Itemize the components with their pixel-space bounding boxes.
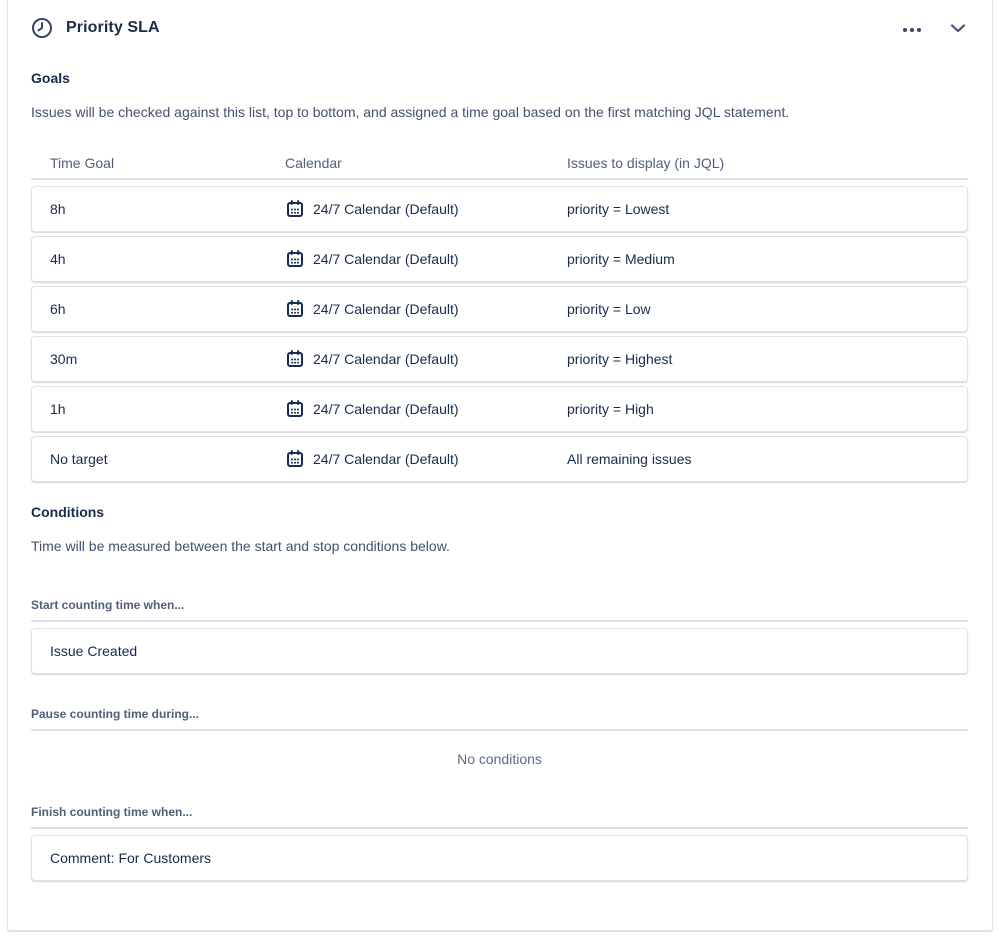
start-condition-section: Start counting time when... Issue Create… [31,598,968,674]
jql-cell: priority = Lowest [567,201,670,217]
calendar-label: 24/7 Calendar (Default) [313,201,459,217]
calendar-icon [285,199,305,219]
time-goal-cell: 6h [50,301,66,317]
start-condition-value: Issue Created [50,643,138,659]
jql-cell: priority = Low [567,301,651,317]
calendar-label: 24/7 Calendar (Default) [313,351,459,367]
table-row[interactable]: 6h 24/7 Calendar (Default) priority = Low [31,286,968,332]
finish-condition-divider [31,827,968,829]
pause-condition-section: Pause counting time during... No conditi… [31,707,968,767]
pause-condition-divider [31,729,968,731]
chevron-down-icon [950,21,966,36]
panel-title: Priority SLA [66,19,160,36]
calendar-cell: 24/7 Calendar (Default) [285,199,567,219]
start-condition-card[interactable]: Issue Created [31,628,968,674]
calendar-icon [285,349,305,369]
goals-table-body: 8h 24/7 Calendar (Default) priority = Lowe… [31,186,968,482]
calendar-icon [285,449,305,469]
table-header-divider [31,178,968,180]
calendar-icon [285,299,305,319]
start-condition-label: Start counting time when... [31,598,185,612]
table-row[interactable]: No target 24/7 Calendar (Default) All rema… [31,436,968,482]
time-goal-cell: No target [50,451,108,467]
calendar-label: 24/7 Calendar (Default) [313,451,459,467]
more-menu-button[interactable] [900,19,924,38]
jql-cell: priority = High [567,401,654,417]
conditions-heading: Conditions [31,504,105,520]
calendar-cell: 24/7 Calendar (Default) [285,349,567,369]
finish-condition-value: Comment: For Customers [50,850,212,866]
calendar-icon [285,399,305,419]
time-goal-cell: 8h [50,201,66,217]
conditions-description: Time will be measured between the start … [31,538,450,554]
calendar-cell: 24/7 Calendar (Default) [285,449,567,469]
collapse-button[interactable] [948,19,968,38]
jql-cell: All remaining issues [567,451,692,467]
goals-table: Time Goal Calendar Issues to display (in… [31,155,968,482]
time-goal-cell: 30m [50,351,78,367]
time-goal-cell: 4h [50,251,66,267]
pause-condition-empty-text: No conditions [457,751,542,767]
column-header-calendar: Calendar [285,155,342,171]
clock-icon [31,17,53,39]
calendar-icon [285,249,305,269]
finish-condition-section: Finish counting time when... Comment: Fo… [31,805,968,881]
table-row[interactable]: 1h 24/7 Calendar (Default) priority = High [31,386,968,432]
jql-cell: priority = Highest [567,351,673,367]
sla-panel: Priority SLA Goals Issues will be checke… [7,0,993,932]
calendar-cell: 24/7 Calendar (Default) [285,399,567,419]
start-condition-divider [31,620,968,622]
table-row[interactable]: 8h 24/7 Calendar (Default) priority = Lowe… [31,186,968,232]
panel-header: Priority SLA [31,16,968,40]
ellipsis-icon [902,21,922,36]
header-actions [900,19,968,38]
calendar-cell: 24/7 Calendar (Default) [285,249,567,269]
column-header-time-goal: Time Goal [50,155,115,171]
calendar-label: 24/7 Calendar (Default) [313,251,459,267]
finish-condition-card[interactable]: Comment: For Customers [31,835,968,881]
goals-heading: Goals [31,70,70,86]
time-goal-cell: 1h [50,401,66,417]
goals-description: Issues will be checked against this list… [31,104,790,120]
calendar-label: 24/7 Calendar (Default) [313,301,459,317]
goals-table-header: Time Goal Calendar Issues to display (in… [31,155,968,171]
table-row[interactable]: 4h 24/7 Calendar (Default) priority = Medi… [31,236,968,282]
column-header-jql: Issues to display (in JQL) [567,155,725,171]
jql-cell: priority = Medium [567,251,675,267]
finish-condition-label: Finish counting time when... [31,805,193,819]
pause-condition-label: Pause counting time during... [31,707,200,721]
table-row[interactable]: 30m 24/7 Calendar (Default) priority = Hig… [31,336,968,382]
calendar-label: 24/7 Calendar (Default) [313,401,459,417]
calendar-cell: 24/7 Calendar (Default) [285,299,567,319]
